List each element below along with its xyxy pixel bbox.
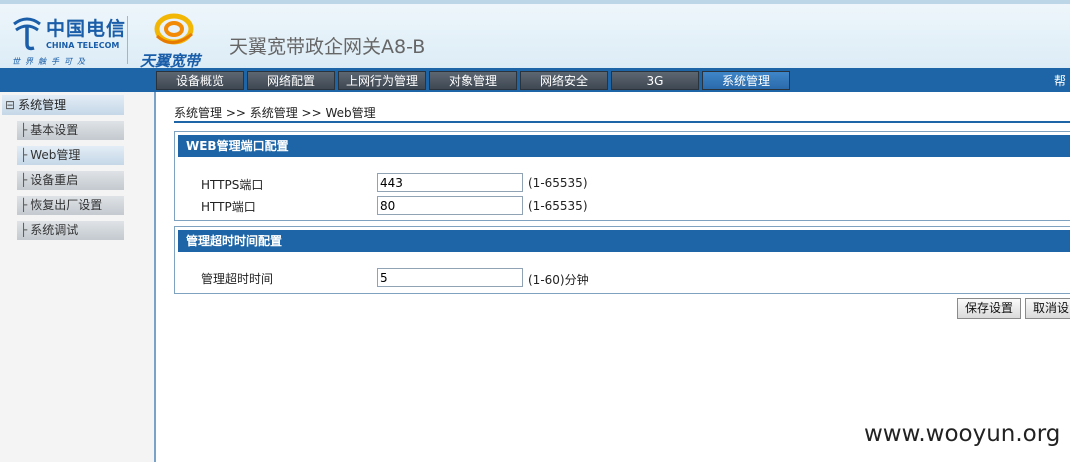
tianyi-logo: 天翼宽带 xyxy=(138,12,210,70)
tree-branch-icon: ├ xyxy=(20,198,28,212)
tab-security[interactable]: 网络安全 xyxy=(520,71,608,90)
http-port-label: HTTP端口 xyxy=(201,200,256,214)
watermark: www.wooyun.org xyxy=(864,421,1061,447)
sidebar-item-label: 系统调试 xyxy=(30,223,79,237)
tab-objects[interactable]: 对象管理 xyxy=(429,71,517,90)
tree-branch-icon: ├ xyxy=(20,173,28,187)
sidebar-item-label: Web管理 xyxy=(30,148,81,162)
web-port-title: WEB管理端口配置 xyxy=(178,135,1070,157)
timeout-title: 管理超时时间配置 xyxy=(178,230,1070,252)
cancel-button[interactable]: 取消设 xyxy=(1025,298,1070,319)
sidebar-item-label: 设备重启 xyxy=(30,173,79,187)
header: 中国电信 CHINA TELECOM 世界触手可及 天翼宽带 天翼宽带政企网关A… xyxy=(0,0,1070,70)
sidebar-item-label: 基本设置 xyxy=(30,123,79,137)
telecom-logo-icon xyxy=(13,17,41,51)
timeout-panel: 管理超时时间配置 管理超时时间 (1-60)分钟 xyxy=(174,226,1070,294)
tab-behavior[interactable]: 上网行为管理 xyxy=(338,71,426,90)
help-link[interactable]: 帮 xyxy=(1054,72,1066,89)
timeout-input[interactable] xyxy=(377,268,523,287)
sidebar-item-debug[interactable]: ├ 系统调试 xyxy=(17,221,124,240)
sidebar-item-label: 恢复出厂设置 xyxy=(30,198,103,212)
sidebar-item-basic[interactable]: ├ 基本设置 xyxy=(17,121,124,140)
https-port-label: HTTPS端口 xyxy=(201,178,264,192)
https-port-input[interactable] xyxy=(377,173,523,192)
tree-branch-icon: ├ xyxy=(20,223,28,237)
timeout-hint: (1-60)分钟 xyxy=(528,273,589,287)
save-button[interactable]: 保存设置 xyxy=(957,298,1021,319)
breadcrumb-divider xyxy=(174,121,1070,123)
brand-cn: 中国电信 xyxy=(46,18,127,40)
sidebar-root-system[interactable]: ⊟ 系统管理 xyxy=(2,95,124,115)
main-nav: 设备概览 网络配置 上网行为管理 对象管理 网络安全 3G 系统管理 帮 xyxy=(0,68,1070,92)
china-telecom-logo: 中国电信 CHINA TELECOM 世界触手可及 xyxy=(8,12,127,68)
tab-overview[interactable]: 设备概览 xyxy=(156,71,244,90)
tree-branch-icon: ├ xyxy=(20,123,28,137)
sidebar-item-reboot[interactable]: ├ 设备重启 xyxy=(17,171,124,190)
tianyi-swirl-icon xyxy=(154,13,194,45)
web-port-panel: WEB管理端口配置 HTTPS端口 (1-65535) HTTP端口 (1-65… xyxy=(174,131,1070,221)
tab-3g[interactable]: 3G xyxy=(611,71,699,90)
tree-branch-icon: ├ xyxy=(20,148,28,162)
brand-en: CHINA TELECOM xyxy=(46,41,120,50)
brand-slogan: 世界触手可及 xyxy=(12,57,90,66)
breadcrumb: 系统管理 >> 系统管理 >> Web管理 xyxy=(174,106,376,120)
tab-network[interactable]: 网络配置 xyxy=(247,71,335,90)
tab-system[interactable]: 系统管理 xyxy=(702,71,790,90)
collapse-icon[interactable]: ⊟ xyxy=(5,98,15,112)
sidebar: ⊟ 系统管理 ├ 基本设置 ├ Web管理 ├ 设备重启 ├ 恢复出厂设置 ├ 系统调试 xyxy=(0,92,156,462)
timeout-label: 管理超时时间 xyxy=(201,272,274,286)
sidebar-item-factory-reset[interactable]: ├ 恢复出厂设置 xyxy=(17,196,124,215)
sidebar-item-web[interactable]: ├ Web管理 xyxy=(17,146,124,165)
logo-divider xyxy=(127,16,128,64)
http-port-input[interactable] xyxy=(377,196,523,215)
sidebar-root-label: 系统管理 xyxy=(18,98,67,112)
http-port-hint: (1-65535) xyxy=(528,199,588,213)
https-port-hint: (1-65535) xyxy=(528,176,588,190)
app-title: 天翼宽带政企网关A8-B xyxy=(229,36,426,58)
